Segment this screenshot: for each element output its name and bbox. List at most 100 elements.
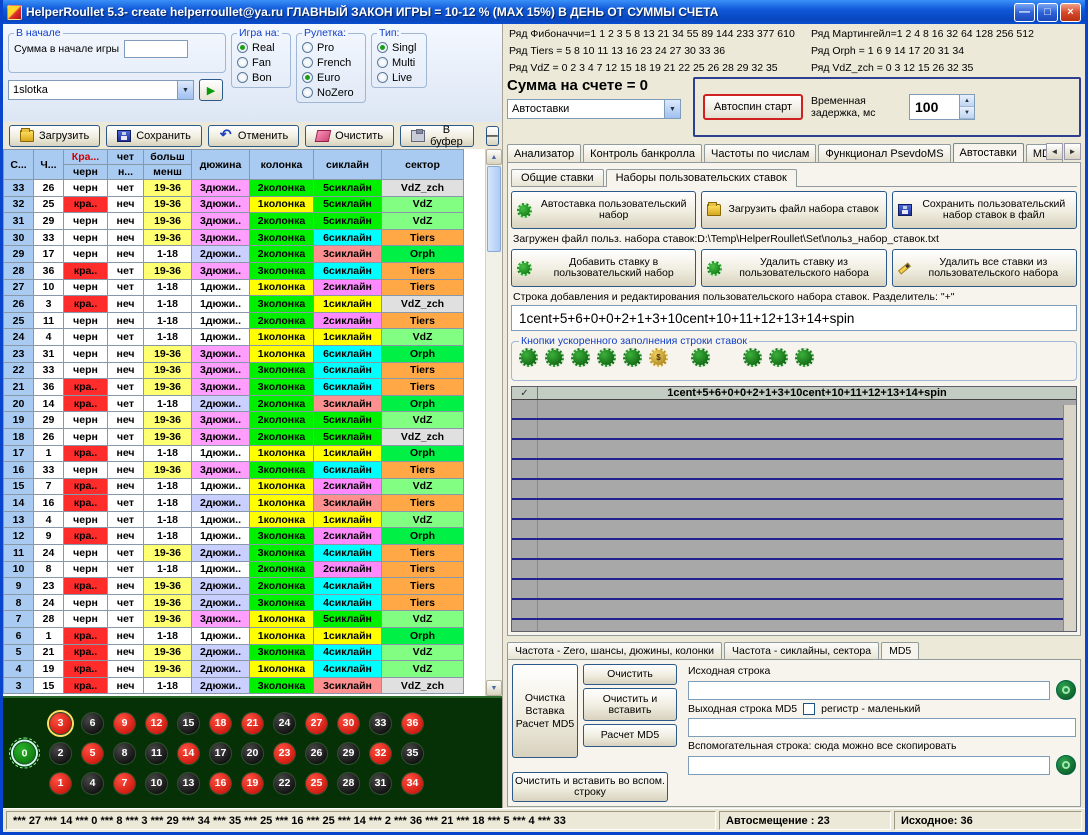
start-sum-input[interactable] bbox=[124, 40, 188, 58]
md5-helper-input[interactable] bbox=[688, 756, 1050, 775]
tab-общие-ставки[interactable]: Общие ставки bbox=[511, 169, 604, 186]
bets-list-scrollbar[interactable] bbox=[1063, 405, 1076, 631]
list-row[interactable] bbox=[512, 480, 1076, 500]
table-row[interactable]: 923кра..неч19-362дюжи..2колонка4сиклайнT… bbox=[4, 578, 464, 595]
table-row[interactable]: 1929черннеч19-363дюжи..2колонка5сиклайнV… bbox=[4, 412, 464, 429]
action-button[interactable]: Удалить все ставки из пользовательского … bbox=[892, 249, 1077, 287]
radio-option-singl[interactable]: Singl bbox=[377, 40, 421, 55]
minimize-button[interactable]: — bbox=[1014, 3, 1035, 22]
table-row[interactable]: 108чернчет1-181дюжи..2колонка2сиклайнTie… bbox=[4, 561, 464, 578]
table-row[interactable]: 1124чернчет19-362дюжи..3колонка4сиклайнT… bbox=[4, 545, 464, 562]
wheel-number-15[interactable]: 15 bbox=[177, 712, 200, 735]
chip-button-8[interactable] bbox=[743, 348, 762, 367]
wheel-number-17[interactable]: 17 bbox=[209, 742, 232, 765]
autobets-select[interactable]: Автоставки ▼ bbox=[507, 99, 681, 119]
wheel-number-9[interactable]: 9 bbox=[113, 712, 136, 735]
toolbar-button[interactable]: Очистить bbox=[305, 125, 394, 147]
wheel-number-36[interactable]: 36 bbox=[401, 712, 424, 735]
scroll-up-button[interactable]: ▲ bbox=[486, 149, 502, 165]
close-button[interactable]: × bbox=[1060, 3, 1081, 22]
tab-scroll-right-button[interactable]: ► bbox=[1064, 143, 1081, 160]
wheel-number-8[interactable]: 8 bbox=[113, 742, 136, 765]
table-row[interactable]: 134чернчет1-181дюжи..1колонка1сиклайнVdZ bbox=[4, 511, 464, 528]
scroll-down-button[interactable]: ▼ bbox=[486, 680, 502, 696]
wheel-number-10[interactable]: 10 bbox=[145, 772, 168, 795]
table-row[interactable]: 3129черннеч19-363дюжи..2колонка5сиклайнV… bbox=[4, 213, 464, 230]
slot-select[interactable]: 1slotka ▼ bbox=[8, 80, 194, 100]
wheel-number-16[interactable]: 16 bbox=[209, 772, 232, 795]
wheel-number-25[interactable]: 25 bbox=[305, 772, 328, 795]
table-row[interactable]: 1416кра..чет1-182дюжи..1колонка3сиклайнT… bbox=[4, 495, 464, 512]
wheel-number-4[interactable]: 4 bbox=[81, 772, 104, 795]
table-row[interactable]: 3033черннеч19-363дюжи..3колонка6сиклайнT… bbox=[4, 229, 464, 246]
md5-copy-helper-button[interactable] bbox=[1056, 755, 1076, 775]
wheel-number-13[interactable]: 13 bbox=[177, 772, 200, 795]
wheel-number-35[interactable]: 35 bbox=[401, 742, 424, 765]
table-row[interactable]: 1633черннеч19-363дюжи..3колонка6сиклайнT… bbox=[4, 462, 464, 479]
table-row[interactable]: 3225кра..неч19-363дюжи..1колонка5сиклайн… bbox=[4, 196, 464, 213]
wheel-number-3[interactable]: 3 bbox=[49, 712, 72, 735]
wheel-number-18[interactable]: 18 bbox=[209, 712, 232, 735]
table-row[interactable]: 2917черннеч1-182дюжи..2колонка3сиклайнOr… bbox=[4, 246, 464, 263]
radio-option-nozero[interactable]: NoZero bbox=[302, 85, 360, 100]
wheel-number-19[interactable]: 19 bbox=[241, 772, 264, 795]
radio-option-fan[interactable]: Fan bbox=[237, 55, 285, 70]
radio-option-real[interactable]: Real bbox=[237, 40, 285, 55]
list-row[interactable] bbox=[512, 400, 1076, 420]
md5-calc-button[interactable]: Расчет MD5 bbox=[583, 724, 677, 747]
table-row[interactable]: 728чернчет19-363дюжи..1колонка5сиклайнVd… bbox=[4, 611, 464, 628]
table-row[interactable]: 171кра..неч1-181дюжи..1колонка1сиклайнOr… bbox=[4, 445, 464, 462]
action-button[interactable]: Добавить ставку в пользовательский набор bbox=[511, 249, 696, 287]
chip-button-9[interactable] bbox=[769, 348, 788, 367]
chip-button-5[interactable] bbox=[623, 348, 642, 367]
md5-clear-paste-button[interactable]: Очистить и вставить bbox=[583, 688, 677, 721]
wheel-number-14[interactable]: 14 bbox=[177, 742, 200, 765]
tab-scroll-left-button[interactable]: ◄ bbox=[1046, 143, 1063, 160]
wheel-number-12[interactable]: 12 bbox=[145, 712, 168, 735]
list-row[interactable] bbox=[512, 500, 1076, 520]
chip-button-3[interactable] bbox=[571, 348, 590, 367]
md5-copy-source-button[interactable] bbox=[1056, 680, 1076, 700]
md5-output-input[interactable] bbox=[688, 718, 1076, 737]
action-button[interactable]: Сохранить пользовательский набор ставок … bbox=[892, 191, 1077, 229]
radio-option-pro[interactable]: Pro bbox=[302, 40, 360, 55]
list-row[interactable] bbox=[512, 420, 1076, 440]
wheel-number-2[interactable]: 2 bbox=[49, 742, 72, 765]
table-row[interactable]: 263кра..неч1-181дюжи..3колонка1сиклайнVd… bbox=[4, 296, 464, 313]
tab-частоты-по-числам[interactable]: Частоты по числам bbox=[704, 144, 816, 162]
tab-анализатор[interactable]: Анализатор bbox=[507, 144, 581, 162]
list-row[interactable] bbox=[512, 580, 1076, 600]
table-row[interactable]: 2014кра..чет1-182дюжи..2колонка3сиклайнO… bbox=[4, 395, 464, 412]
table-scrollbar[interactable]: ▲ ▼ bbox=[485, 149, 502, 696]
scrollbar-track[interactable] bbox=[486, 253, 502, 680]
tab-частота---zero-шансы-дюжины-колонки[interactable]: Частота - Zero, шансы, дюжины, колонки bbox=[507, 642, 722, 659]
autospin-start-button[interactable]: Автоспин старт bbox=[703, 94, 803, 120]
wheel-number-24[interactable]: 24 bbox=[273, 712, 296, 735]
bet-string-input[interactable] bbox=[511, 305, 1077, 331]
lowercase-checkbox[interactable] bbox=[803, 703, 815, 715]
wheel-number-1[interactable]: 1 bbox=[49, 772, 72, 795]
tab-наборы-пользовательских-ставок[interactable]: Наборы пользовательских ставок bbox=[606, 169, 797, 187]
tab-автоставки[interactable]: Автоставки bbox=[953, 143, 1024, 163]
wheel-number-34[interactable]: 34 bbox=[401, 772, 424, 795]
wheel-number-21[interactable]: 21 bbox=[241, 712, 264, 735]
toolbar-button[interactable]: Отменить bbox=[208, 125, 299, 147]
wheel-number-31[interactable]: 31 bbox=[369, 772, 392, 795]
table-row[interactable]: 824чернчет19-362дюжи..3колонка4сиклайнTi… bbox=[4, 594, 464, 611]
table-row[interactable]: 2233черннеч19-363дюжи..3колонка6сиклайнT… bbox=[4, 362, 464, 379]
wheel-number-32[interactable]: 32 bbox=[369, 742, 392, 765]
tab-функционал-psevdoms[interactable]: Функционал PsevdoMS bbox=[818, 144, 950, 162]
md5-clear-paste-helper-button[interactable]: Очистить и вставить во вспом. строку bbox=[512, 772, 668, 802]
tab-контроль-банкролла[interactable]: Контроль банкролла bbox=[583, 144, 702, 162]
radio-option-live[interactable]: Live bbox=[377, 70, 421, 85]
chip-button-1[interactable] bbox=[519, 348, 538, 367]
table-row[interactable]: 521кра..неч19-362дюжи..3колонка4сиклайнV… bbox=[4, 644, 464, 661]
radio-option-bon[interactable]: Bon bbox=[237, 70, 285, 85]
table-row[interactable]: 419кра..неч19-362дюжи..1колонка4сиклайнV… bbox=[4, 661, 464, 678]
wheel-number-7[interactable]: 7 bbox=[113, 772, 136, 795]
chip-button-7[interactable] bbox=[691, 348, 710, 367]
scrollbar-thumb[interactable] bbox=[487, 166, 501, 252]
table-row[interactable]: 3326чернчет19-363дюжи..2колонка5сиклайнV… bbox=[4, 180, 464, 197]
table-row[interactable]: 2710чернчет1-181дюжи..1колонка2сиклайнTi… bbox=[4, 279, 464, 296]
wheel-number-5[interactable]: 5 bbox=[81, 742, 104, 765]
